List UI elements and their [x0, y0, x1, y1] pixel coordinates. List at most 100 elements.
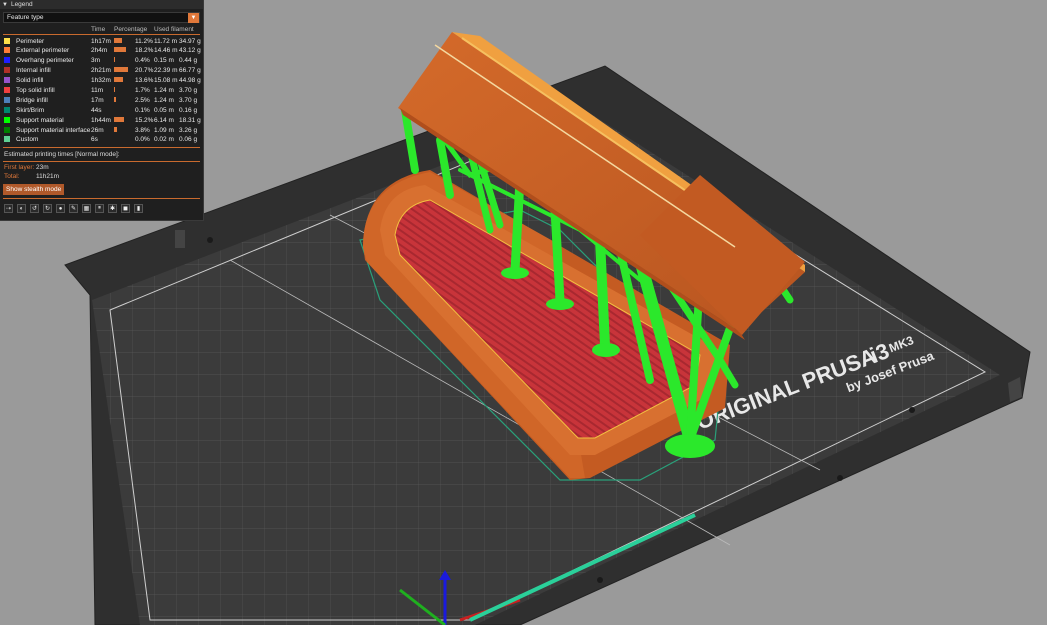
percentage-bar	[114, 47, 127, 53]
feature-length: 15.08 m	[154, 77, 178, 85]
legend-row[interactable]: Top solid infill 11m 1.7% 1.24 m 3.70 g	[0, 85, 203, 95]
feature-percentage: 20.7%	[135, 67, 154, 75]
divider	[3, 197, 200, 199]
support-foot	[665, 434, 715, 458]
col-percentage: Percentage	[114, 26, 148, 33]
legend-column-headers: Time Percentage Used filament	[0, 25, 203, 34]
retractions-icon[interactable]: ↺	[30, 204, 39, 213]
feature-weight: 43.12 g	[179, 47, 201, 55]
feature-time: 2h4m	[91, 47, 108, 55]
legend-row[interactable]: Custom 6s 0.0% 0.02 m 0.06 g	[0, 135, 203, 145]
feature-length: 0.05 m	[154, 106, 174, 114]
feature-name: Perimeter	[16, 37, 45, 45]
support-foot	[592, 343, 620, 357]
tool-changes-icon[interactable]: ✎	[69, 204, 78, 213]
legend-row[interactable]: Skirt/Brim 44s 0.1% 0.05 m 0.16 g	[0, 105, 203, 115]
feature-percentage: 15.2%	[135, 116, 154, 124]
color-swatch	[4, 86, 10, 93]
estimated-times-title: Estimated printing times [Normal mode]:	[4, 150, 120, 158]
chevron-down-icon[interactable]: ▼	[188, 12, 199, 23]
feature-percentage: 0.0%	[135, 136, 150, 144]
feature-time: 1h17m	[91, 37, 111, 45]
view-type-value: Feature type	[7, 14, 44, 21]
feature-name: Overhang perimeter	[16, 57, 74, 65]
feature-weight: 0.44 g	[179, 57, 198, 65]
support-foot	[546, 298, 574, 310]
feature-time: 3m	[91, 57, 101, 65]
feature-weight: 18.31 g	[179, 116, 201, 124]
percentage-bar	[114, 77, 124, 83]
feature-name: Solid infill	[16, 77, 44, 85]
legend-header[interactable]: ▼ Legend	[0, 0, 203, 9]
legend-row[interactable]: Support material interface 26m 3.8% 1.09 m 3…	[0, 125, 203, 135]
feature-name: External perimeter	[16, 47, 70, 55]
feature-length: 6.14 m	[154, 116, 174, 124]
wipe-icon[interactable]: ◐	[17, 204, 26, 213]
feature-name: Skirt/Brim	[16, 106, 45, 114]
view-type-select[interactable]: Feature type ▼	[3, 12, 200, 23]
custom-gcodes-icon[interactable]: ✱	[108, 204, 117, 213]
feature-length: 1.24 m	[154, 86, 174, 94]
feature-percentage: 1.7%	[135, 86, 150, 94]
feature-name: Support material interface	[16, 126, 91, 134]
col-used-filament: Used filament	[154, 26, 194, 33]
travel-icon[interactable]: ⇢	[4, 204, 13, 213]
feature-length: 11.72 m	[154, 37, 178, 45]
legend-row[interactable]: Overhang perimeter 3m 0.4% 0.15 m 0.44 g	[0, 56, 203, 66]
color-swatch	[4, 57, 10, 64]
collapse-arrow-icon[interactable]: ▼	[2, 2, 8, 8]
legend-row[interactable]: External perimeter 2h4m 18.2% 14.46 m 43.12 …	[0, 46, 203, 56]
feature-percentage: 0.4%	[135, 57, 150, 65]
color-swatch	[4, 126, 10, 133]
feature-length: 1.09 m	[154, 126, 174, 134]
feature-name: Top solid infill	[16, 86, 55, 94]
feature-weight: 34.97 g	[179, 37, 201, 45]
legend-panel: ▼ Legend Feature type ▼ Time Percentage …	[0, 0, 204, 221]
color-swatch	[4, 136, 10, 143]
color-swatch	[4, 116, 10, 123]
first-layer-row: First layer: 23m	[0, 163, 203, 172]
color-swatch	[4, 37, 10, 44]
feature-list: Perimeter 1h17m 11.2% 11.72 m 34.97 g Externa…	[0, 36, 203, 145]
legend-row[interactable]: Bridge infill 17m 2.5% 1.24 m 3.70 g	[0, 95, 203, 105]
feature-length: 1.24 m	[154, 96, 174, 104]
feature-weight: 3.26 g	[179, 126, 198, 134]
feature-weight: 3.70 g	[179, 96, 198, 104]
deretractions-icon[interactable]: ↻	[43, 204, 52, 213]
legend-row[interactable]: Internal infill 2h21m 20.7% 22.39 m 66.77 g	[0, 66, 203, 76]
feature-time: 44s	[91, 106, 102, 114]
first-layer-value: 23m	[36, 163, 49, 171]
feature-percentage: 13.6%	[135, 77, 154, 85]
feature-percentage: 2.5%	[135, 96, 150, 104]
percentage-bar	[114, 126, 117, 132]
legend-row[interactable]: Perimeter 1h17m 11.2% 11.72 m 34.97 g	[0, 36, 203, 46]
percentage-bar	[114, 86, 116, 92]
feature-name: Internal infill	[16, 67, 51, 75]
total-label: Total:	[4, 172, 20, 180]
feature-time: 1h32m	[91, 77, 111, 85]
feature-name: Bridge infill	[16, 96, 48, 104]
feature-weight: 66.77 g	[179, 67, 201, 75]
feature-percentage: 3.8%	[135, 126, 150, 134]
color-swatch	[4, 77, 10, 84]
legend-title: Legend	[10, 1, 33, 8]
seams-icon[interactable]: ●	[56, 204, 65, 213]
tool-marker-icon[interactable]: ▮	[134, 204, 143, 213]
feature-time: 17m	[91, 96, 104, 104]
feature-percentage: 18.2%	[135, 47, 154, 55]
total-value: 11h21m	[36, 172, 60, 180]
view-options-toolbar: ⇢ ◐ ↺ ↻ ● ✎ ▦ ⏸ ✱ ◼ ▮	[4, 204, 143, 213]
color-changes-icon[interactable]: ▦	[82, 204, 91, 213]
legend-row[interactable]: Support material 1h44m 15.2% 6.14 m 18.31 g	[0, 115, 203, 125]
feature-weight: 0.16 g	[179, 106, 198, 114]
feature-percentage: 11.2%	[135, 37, 153, 45]
show-stealth-mode-button[interactable]: Show stealth mode	[3, 183, 65, 195]
feature-length: 14.46 m	[154, 47, 178, 55]
support-foot	[501, 267, 529, 279]
pause-prints-icon[interactable]: ⏸	[95, 204, 104, 213]
first-layer-label: First layer:	[4, 163, 35, 171]
divider	[3, 160, 200, 162]
legend-row[interactable]: Solid infill 1h32m 13.6% 15.08 m 44.98 g	[0, 76, 203, 86]
shells-icon[interactable]: ◼	[121, 204, 130, 213]
feature-time: 6s	[91, 136, 98, 144]
